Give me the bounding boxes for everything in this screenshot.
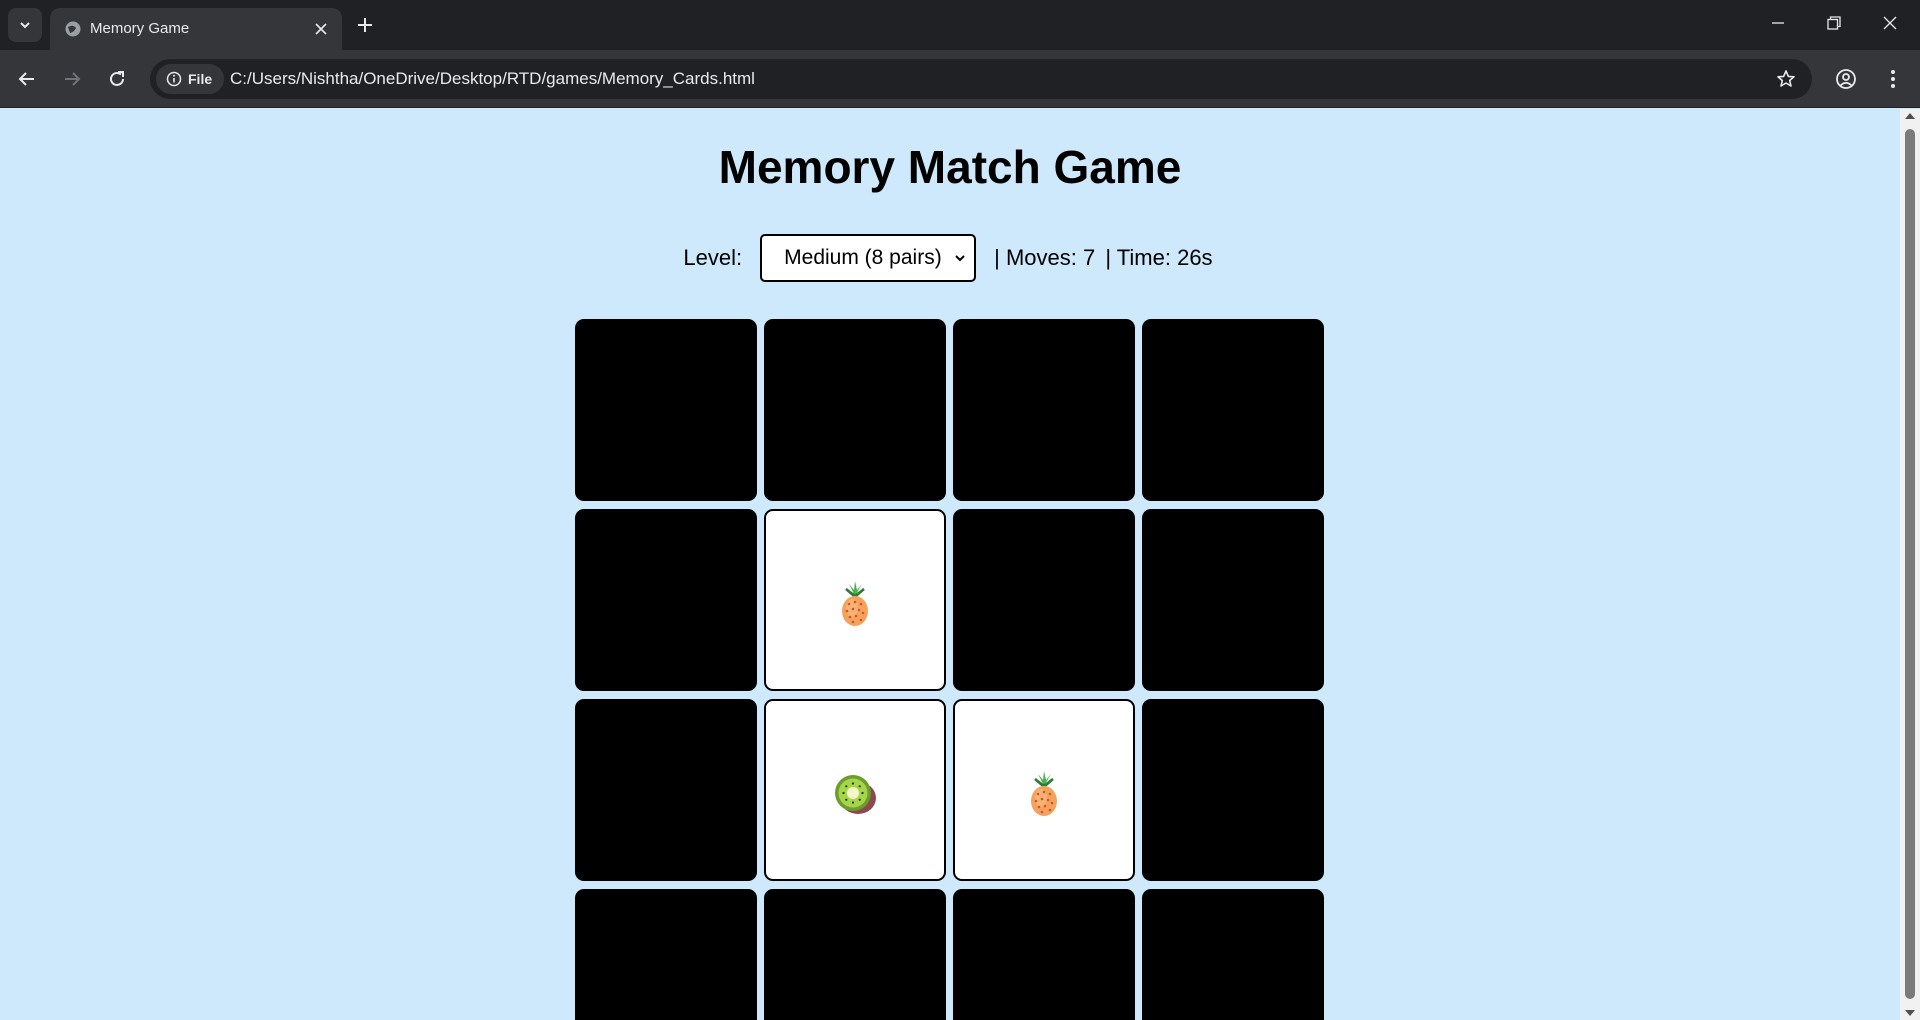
url-text[interactable]: C:/Users/Nishtha/OneDrive/Desktop/RTD/ga… — [230, 69, 755, 89]
account-icon — [1836, 69, 1856, 89]
kiwi-icon — [831, 770, 879, 818]
minimize-icon — [1772, 22, 1784, 24]
browser-tab[interactable]: Memory Game — [50, 8, 342, 50]
browser-toolbar: File C:/Users/Nishtha/OneDrive/Desktop/R… — [0, 50, 1920, 108]
profile-button[interactable] — [1831, 64, 1861, 94]
menu-button[interactable] — [1878, 64, 1908, 94]
memory-card[interactable] — [575, 509, 757, 691]
memory-card[interactable] — [1142, 889, 1324, 1020]
level-select[interactable]: Medium (8 pairs) — [760, 234, 977, 282]
site-info-chip[interactable]: File — [156, 64, 224, 94]
restore-icon — [1827, 16, 1841, 30]
chevron-down-icon — [20, 22, 30, 29]
page-content: Memory Match Game Level: Medium (8 pairs… — [0, 109, 1900, 1020]
game-stats: | Moves: 7 | Time: 26s — [994, 245, 1216, 271]
memory-card[interactable] — [764, 319, 946, 501]
bookmark-button[interactable] — [1772, 65, 1800, 93]
memory-card[interactable] — [953, 319, 1135, 501]
moves-counter: | Moves: 7 — [994, 245, 1096, 270]
level-label: Level: — [683, 245, 743, 270]
memory-card[interactable] — [575, 699, 757, 881]
tab-title: Memory Game — [90, 20, 190, 37]
back-button[interactable] — [12, 64, 42, 94]
address-bar[interactable]: File C:/Users/Nishtha/OneDrive/Desktop/R… — [150, 59, 1812, 99]
memory-card[interactable] — [953, 699, 1135, 881]
site-chip-label: File — [188, 71, 213, 87]
minimize-button[interactable] — [1750, 0, 1806, 46]
close-window-button[interactable] — [1862, 0, 1918, 46]
memory-card[interactable] — [1142, 319, 1324, 501]
memory-card[interactable] — [1142, 509, 1324, 691]
memory-card[interactable] — [953, 889, 1135, 1020]
close-icon — [315, 23, 327, 35]
page-title: Memory Match Game — [718, 141, 1182, 193]
tab-search-button[interactable] — [8, 8, 42, 42]
memory-card[interactable] — [1142, 699, 1324, 881]
close-icon — [1883, 16, 1897, 30]
level-selected-value: Medium (8 pairs) — [784, 246, 942, 269]
globe-icon — [65, 21, 81, 37]
game-controls: Level: Medium (8 pairs) | Moves: 7 | Tim… — [0, 234, 1900, 282]
tab-close-button[interactable] — [310, 18, 332, 40]
memory-card[interactable] — [953, 509, 1135, 691]
timer: | Time: 26s — [1105, 245, 1213, 270]
info-icon — [166, 71, 182, 87]
reload-button[interactable] — [102, 64, 132, 94]
pineapple-icon — [837, 580, 873, 628]
memory-card[interactable] — [764, 509, 946, 691]
browser-tab-bar: Memory Game — [0, 0, 1920, 50]
new-tab-button[interactable] — [352, 12, 378, 38]
arrow-left-icon — [18, 72, 34, 86]
chevron-down-icon — [955, 255, 965, 262]
scrollbar-thumb[interactable] — [1905, 129, 1915, 999]
memory-card[interactable] — [764, 699, 946, 881]
more-vertical-icon — [1891, 70, 1895, 88]
scroll-up-arrow[interactable] — [1905, 113, 1915, 119]
arrow-right-icon — [65, 72, 81, 86]
pineapple-icon — [1026, 770, 1062, 818]
scroll-down-arrow[interactable] — [1905, 1010, 1915, 1016]
memory-card[interactable] — [764, 889, 946, 1020]
memory-card[interactable] — [575, 319, 757, 501]
restore-button[interactable] — [1806, 0, 1862, 46]
plus-icon — [358, 18, 372, 32]
forward-button[interactable] — [57, 64, 87, 94]
memory-card[interactable] — [575, 889, 757, 1020]
card-grid — [575, 319, 1326, 1020]
star-icon — [1777, 70, 1795, 87]
reload-icon — [110, 71, 124, 86]
page-scrollbar[interactable] — [1900, 109, 1920, 1020]
